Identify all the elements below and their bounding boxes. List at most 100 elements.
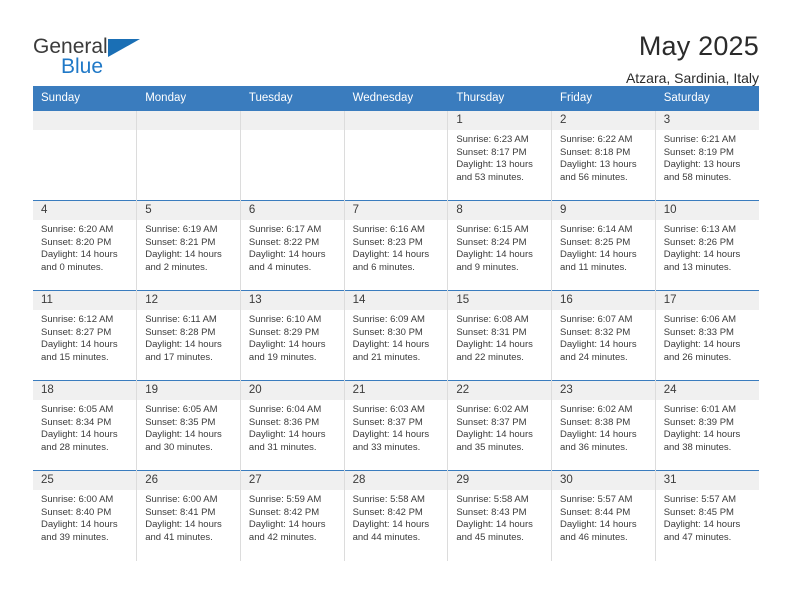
weekday-header-friday: Friday [551, 86, 656, 111]
calendar-day-cell[interactable]: 29 Sunrise: 5:58 AM Sunset: 8:43 PM Dayligh… [447, 470, 553, 561]
weekday-header-thursday: Thursday [447, 86, 553, 111]
title-block: May 2025 Atzara, Sardinia, Italy [626, 30, 759, 88]
calendar-day-cell[interactable]: 15 Sunrise: 6:08 AM Sunset: 8:31 PM Dayligh… [447, 290, 553, 381]
calendar-day-cell[interactable]: 23 Sunrise: 6:02 AM Sunset: 8:38 PM Dayligh… [551, 380, 656, 471]
calendar-day-cell[interactable]: 5 Sunrise: 6:19 AM Sunset: 8:21 PM Daylight… [136, 200, 241, 291]
calendar-day-cell[interactable]: 17 Sunrise: 6:06 AM Sunset: 8:33 PM Dayligh… [655, 290, 759, 381]
calendar-day-cell[interactable]: 13 Sunrise: 6:10 AM Sunset: 8:29 PM Dayligh… [240, 290, 345, 381]
sunrise-text: Sunrise: 6:02 AM [456, 404, 529, 415]
day-details: Sunrise: 6:03 AM Sunset: 8:37 PM Daylight:… [345, 400, 448, 454]
sunset-text: Sunset: 8:36 PM [248, 416, 320, 428]
day-number: 17 [655, 291, 759, 310]
calendar-day-cell[interactable]: 26 Sunrise: 6:00 AM Sunset: 8:41 PM Dayligh… [136, 470, 241, 561]
sunset-text: Sunset: 8:28 PM [145, 326, 216, 338]
calendar-day-cell[interactable]: 27 Sunrise: 5:59 AM Sunset: 8:42 PM Dayligh… [240, 470, 345, 561]
day-number [344, 111, 448, 130]
weekday-header-wednesday: Wednesday [344, 86, 449, 111]
calendar-day-cell[interactable]: 20 Sunrise: 6:04 AM Sunset: 8:36 PM Dayligh… [240, 380, 345, 471]
calendar-day-cell[interactable]: 1 Sunrise: 6:23 AM Sunset: 8:17 PM Daylight… [447, 110, 553, 201]
sunset-text: Sunset: 8:18 PM [560, 146, 631, 158]
sunrise-text: Sunrise: 6:05 AM [41, 404, 114, 415]
daylight-text-line2: and 28 minutes. [41, 441, 109, 453]
daylight-text-line2: and 45 minutes. [456, 531, 524, 543]
day-number: 13 [240, 291, 344, 310]
calendar-day-cell[interactable]: 18 Sunrise: 6:05 AM Sunset: 8:34 PM Dayligh… [33, 380, 138, 471]
calendar-day-cell[interactable]: 3 Sunrise: 6:21 AM Sunset: 8:19 PM Daylight… [655, 110, 759, 201]
sunset-text: Sunset: 8:38 PM [560, 416, 631, 428]
sunrise-text: Sunrise: 6:06 AM [663, 314, 737, 325]
calendar-day-cell[interactable]: 30 Sunrise: 5:57 AM Sunset: 8:44 PM Dayligh… [551, 470, 656, 561]
calendar-day-cell[interactable]: 8 Sunrise: 6:15 AM Sunset: 8:24 PM Daylight… [447, 200, 553, 291]
day-number: 5 [137, 201, 240, 220]
calendar-day-cell[interactable]: 6 Sunrise: 6:17 AM Sunset: 8:22 PM Daylight… [240, 200, 345, 291]
daylight-text-line2: and 31 minutes. [248, 441, 317, 453]
calendar-day-cell[interactable]: 12 Sunrise: 6:11 AM Sunset: 8:28 PM Dayligh… [136, 290, 241, 381]
day-number: 31 [655, 471, 759, 490]
calendar-day-cell[interactable]: 22 Sunrise: 6:02 AM Sunset: 8:37 PM Dayligh… [447, 380, 553, 471]
daylight-text-line2: and 13 minutes. [663, 261, 732, 273]
sunset-text: Sunset: 8:44 PM [560, 506, 631, 518]
day-details: Sunrise: 6:15 AM Sunset: 8:24 PM Daylight:… [448, 220, 551, 274]
calendar-day-cell[interactable]: 21 Sunrise: 6:03 AM Sunset: 8:37 PM Dayligh… [344, 380, 449, 471]
calendar-day-cell[interactable]: 14 Sunrise: 6:09 AM Sunset: 8:30 PM Dayligh… [344, 290, 449, 381]
daylight-text-line2: and 36 minutes. [560, 441, 628, 453]
calendar-day-cell[interactable]: 24 Sunrise: 6:01 AM Sunset: 8:39 PM Dayligh… [655, 380, 759, 471]
sunset-text: Sunset: 8:37 PM [352, 416, 423, 428]
calendar-day-cell[interactable]: 16 Sunrise: 6:07 AM Sunset: 8:32 PM Dayligh… [551, 290, 656, 381]
day-number: 3 [655, 111, 759, 130]
calendar-day-cell[interactable]: 2 Sunrise: 6:22 AM Sunset: 8:18 PM Daylight… [551, 110, 656, 201]
sunrise-text: Sunrise: 5:57 AM [663, 494, 737, 505]
sunset-text: Sunset: 8:22 PM [248, 236, 320, 248]
sunrise-text: Sunrise: 6:04 AM [248, 404, 322, 415]
calendar-day-cell[interactable]: 11 Sunrise: 6:12 AM Sunset: 8:27 PM Dayligh… [33, 290, 138, 381]
daylight-text-line1: Daylight: 14 hours [145, 339, 222, 351]
daylight-text-line1: Daylight: 14 hours [248, 429, 326, 441]
sunrise-text: Sunrise: 6:10 AM [248, 314, 322, 325]
calendar-day-cell[interactable]: 10 Sunrise: 6:13 AM Sunset: 8:26 PM Dayligh… [655, 200, 759, 291]
daylight-text-line2: and 17 minutes. [145, 351, 213, 363]
calendar-day-cell[interactable]: 9 Sunrise: 6:14 AM Sunset: 8:25 PM Daylight… [551, 200, 656, 291]
day-number: 20 [240, 381, 344, 400]
calendar-page: General Blue May 2025 Atzara, Sardinia, … [0, 0, 792, 612]
day-number: 4 [33, 201, 137, 220]
sunrise-text: Sunrise: 5:59 AM [248, 494, 322, 505]
day-number: 21 [344, 381, 448, 400]
calendar-day-cell-empty [136, 110, 241, 201]
sunrise-text: Sunrise: 6:17 AM [248, 224, 322, 235]
sunrise-text: Sunrise: 6:08 AM [456, 314, 529, 325]
sunset-text: Sunset: 8:24 PM [456, 236, 527, 248]
calendar-day-cell[interactable]: 7 Sunrise: 6:16 AM Sunset: 8:23 PM Daylight… [344, 200, 449, 291]
day-number: 6 [240, 201, 344, 220]
day-details: Sunrise: 6:04 AM Sunset: 8:36 PM Daylight:… [241, 400, 344, 454]
calendar-day-cell[interactable]: 28 Sunrise: 5:58 AM Sunset: 8:42 PM Dayligh… [344, 470, 449, 561]
daylight-text-line1: Daylight: 14 hours [145, 249, 222, 261]
day-details: Sunrise: 6:05 AM Sunset: 8:35 PM Daylight:… [137, 400, 240, 454]
daylight-text-line1: Daylight: 14 hours [560, 249, 637, 261]
sunset-text: Sunset: 8:40 PM [41, 506, 112, 518]
sunrise-text: Sunrise: 6:22 AM [560, 134, 633, 145]
day-details: Sunrise: 6:10 AM Sunset: 8:29 PM Daylight:… [241, 310, 344, 364]
calendar-day-cell[interactable]: 19 Sunrise: 6:05 AM Sunset: 8:35 PM Dayligh… [136, 380, 241, 471]
sunrise-text: Sunrise: 5:57 AM [560, 494, 633, 505]
sunrise-text: Sunrise: 6:09 AM [352, 314, 425, 325]
daylight-text-line1: Daylight: 14 hours [248, 339, 326, 351]
calendar-week-row: 11 Sunrise: 6:12 AM Sunset: 8:27 PM Dayligh… [33, 290, 759, 381]
sunset-text: Sunset: 8:41 PM [145, 506, 216, 518]
daylight-text-line1: Daylight: 14 hours [41, 519, 118, 531]
day-number: 14 [344, 291, 448, 310]
daylight-text-line2: and 24 minutes. [560, 351, 628, 363]
daylight-text-line1: Daylight: 14 hours [352, 249, 430, 261]
daylight-text-line1: Daylight: 13 hours [560, 159, 637, 171]
day-number: 18 [33, 381, 137, 400]
calendar-day-cell[interactable]: 4 Sunrise: 6:20 AM Sunset: 8:20 PM Daylight… [33, 200, 138, 291]
day-details: Sunrise: 6:02 AM Sunset: 8:38 PM Daylight:… [552, 400, 655, 454]
sunrise-text: Sunrise: 6:13 AM [663, 224, 737, 235]
day-number: 11 [33, 291, 137, 310]
page-header: General Blue May 2025 Atzara, Sardinia, … [0, 0, 792, 86]
calendar-day-cell[interactable]: 31 Sunrise: 5:57 AM Sunset: 8:45 PM Dayligh… [655, 470, 759, 561]
sunset-text: Sunset: 8:30 PM [352, 326, 423, 338]
day-details: Sunrise: 5:58 AM Sunset: 8:43 PM Daylight:… [448, 490, 551, 544]
sunset-text: Sunset: 8:31 PM [456, 326, 527, 338]
calendar-day-cell-empty [344, 110, 449, 201]
calendar-day-cell[interactable]: 25 Sunrise: 6:00 AM Sunset: 8:40 PM Dayligh… [33, 470, 138, 561]
